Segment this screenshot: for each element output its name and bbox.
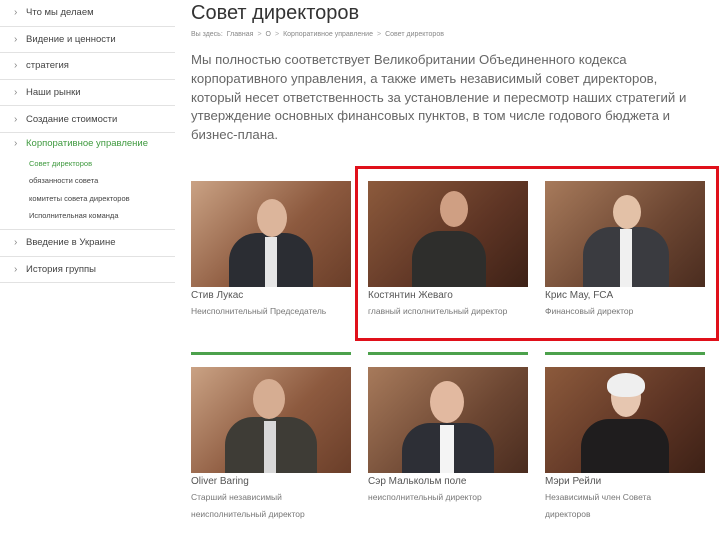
sidebar-item-label: Корпоративное управление [26, 138, 148, 150]
intro-text: Мы полностью соответствует Великобритани… [191, 52, 687, 143]
chevron-right-icon: › [14, 113, 18, 125]
director-card[interactable]: Oliver Baring Старший независимый неиспо… [191, 367, 351, 522]
chevron-right-icon: › [14, 263, 18, 275]
director-role: Независимый член Совета директоров [545, 492, 652, 519]
director-card[interactable]: Мэри Рейли Независимый член Совета дирек… [545, 367, 705, 522]
director-photo[interactable] [191, 181, 351, 287]
sidebar-nav: › Что мы делаем › Видение и ценности › с… [0, 0, 175, 284]
breadcrumb-separator-icon: > [257, 31, 262, 38]
sidebar-item-label: Что мы делаем [26, 7, 94, 19]
sidebar-item-history[interactable]: › История группы [0, 257, 175, 284]
sidebar-item-value-creation[interactable]: › Создание стоимости [0, 106, 175, 133]
main-content: Совет директоров Вы здесь: Главная > О >… [191, 0, 721, 145]
submenu-item-duties[interactable]: обязанности совета [0, 172, 175, 190]
chevron-right-icon: › [14, 138, 18, 150]
governance-submenu: Совет директоров обязанности совета коми… [0, 155, 175, 230]
sidebar-item-what-we-do[interactable]: › Что мы делаем [0, 0, 175, 27]
sidebar-item-label: Видение и ценности [26, 33, 116, 45]
director-name[interactable]: Мэри Рейли [545, 476, 705, 487]
director-role: Старший независимый неисполнительный дир… [191, 492, 305, 519]
breadcrumb-separator-icon: > [376, 31, 382, 38]
director-name[interactable]: Oliver Baring [191, 476, 351, 487]
chevron-right-icon: › [14, 237, 18, 249]
sidebar-item-governance[interactable]: › Корпоративное управление [0, 133, 175, 155]
card-accent-bar [368, 352, 528, 355]
director-role: неисполнительный директор [368, 492, 482, 502]
director-name[interactable]: Стив Лукас [191, 290, 351, 301]
sidebar-item-label: Создание стоимости [26, 113, 118, 125]
chevron-right-icon: › [14, 60, 18, 72]
chevron-right-icon: › [14, 87, 18, 99]
sidebar-item-vision[interactable]: › Видение и ценности [0, 27, 175, 54]
director-name[interactable]: Сэр Малькольм поле [368, 476, 528, 487]
breadcrumb-link-governance[interactable]: Корпоративное управление [283, 31, 373, 38]
breadcrumb-prefix: Вы здесь: [191, 31, 223, 38]
sidebar-item-markets[interactable]: › Наши рынки [0, 80, 175, 107]
submenu-item-executive-team[interactable]: Исполнительная команда [0, 207, 175, 225]
breadcrumb-current: Совет директоров [385, 31, 444, 38]
director-photo[interactable] [368, 367, 528, 473]
sidebar-item-label: Наши рынки [26, 87, 81, 99]
sidebar-item-ukraine[interactable]: › Введение в Украине [0, 230, 175, 257]
breadcrumb-link-home[interactable]: Главная [227, 31, 254, 38]
submenu-item-board[interactable]: Совет директоров [0, 155, 175, 173]
highlight-box [355, 166, 719, 341]
director-card[interactable]: Стив Лукас Неисполнительный Председатель [191, 181, 351, 320]
director-photo[interactable] [191, 367, 351, 473]
sidebar-item-label: Введение в Украине [26, 237, 116, 249]
page-title: Совет директоров [191, 2, 360, 24]
breadcrumb-separator-icon: > [274, 31, 280, 38]
sidebar-item-strategy[interactable]: › стратегия [0, 53, 175, 80]
sidebar-item-label: стратегия [26, 60, 69, 72]
breadcrumb: Вы здесь: Главная > О > Корпоративное уп… [191, 31, 721, 38]
chevron-right-icon: › [14, 33, 18, 45]
sidebar-item-label: История группы [26, 263, 96, 275]
card-accent-bar [545, 352, 705, 355]
director-card[interactable]: Сэр Малькольм поле неисполнительный дире… [368, 367, 528, 506]
director-photo[interactable] [545, 367, 705, 473]
submenu-item-committees[interactable]: комитеты совета директоров [0, 190, 175, 208]
card-accent-bar [191, 352, 351, 355]
chevron-right-icon: › [14, 7, 18, 19]
breadcrumb-link-about[interactable]: О [266, 31, 271, 38]
director-role: Неисполнительный Председатель [191, 306, 327, 316]
